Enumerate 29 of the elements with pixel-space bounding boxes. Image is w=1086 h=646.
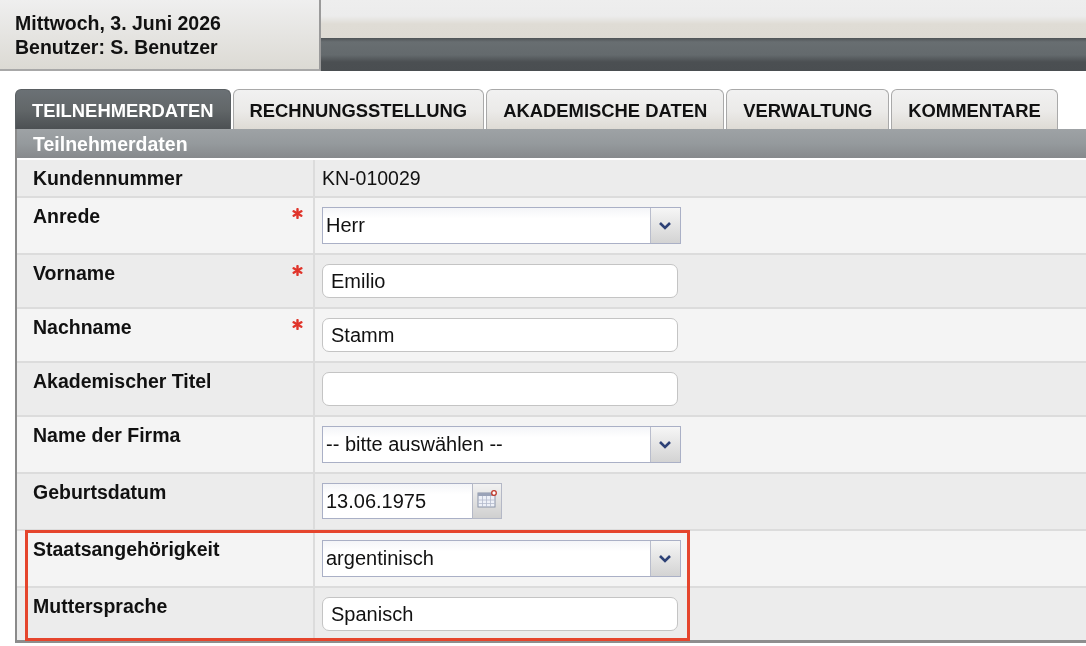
- chevron-down-icon[interactable]: [650, 541, 680, 576]
- tab[interactable]: AKADEMISCHE DATEN: [486, 89, 725, 129]
- user-label: Benutzer: S. Benutzer: [15, 36, 219, 58]
- field-label: Anrede: [33, 205, 101, 227]
- text-field[interactable]: Emilio: [322, 264, 678, 298]
- dropdown[interactable]: argentinisch: [322, 540, 681, 577]
- text-field[interactable]: [322, 372, 678, 406]
- date-field[interactable]: 13.06.1975: [322, 483, 472, 519]
- tab[interactable]: TEILNEHMERDATEN: [15, 89, 231, 129]
- date-text: Mittwoch, 3. Juni 2026: [15, 12, 222, 34]
- text-field[interactable]: Stamm: [322, 318, 678, 352]
- field-label: Vorname: [33, 262, 115, 284]
- chevron-down-icon[interactable]: [650, 427, 680, 462]
- chevron-down-icon[interactable]: [650, 208, 680, 243]
- dropdown[interactable]: Herr: [322, 207, 681, 244]
- tab[interactable]: RECHNUNGSSTELLUNG: [232, 89, 485, 129]
- dropdown[interactable]: -- bitte auswählen --: [322, 426, 681, 463]
- text-field[interactable]: Spanisch: [322, 597, 678, 631]
- field-value: KN-010029: [322, 167, 421, 189]
- field-label: Kundennummer: [33, 167, 183, 189]
- tab[interactable]: KOMMENTARE: [891, 89, 1058, 129]
- section-header: Teilnehmerdaten: [17, 129, 1086, 160]
- tab[interactable]: VERWALTUNG: [726, 89, 890, 129]
- field-label: Nachname: [33, 316, 132, 338]
- field-label: Geburtsdatum: [33, 481, 167, 503]
- field-label: Name der Firma: [33, 424, 181, 446]
- field-label: Staatsangehörigkeit: [33, 538, 220, 560]
- field-label: Muttersprache: [33, 595, 168, 617]
- field-label: Akademischer Titel: [33, 370, 212, 392]
